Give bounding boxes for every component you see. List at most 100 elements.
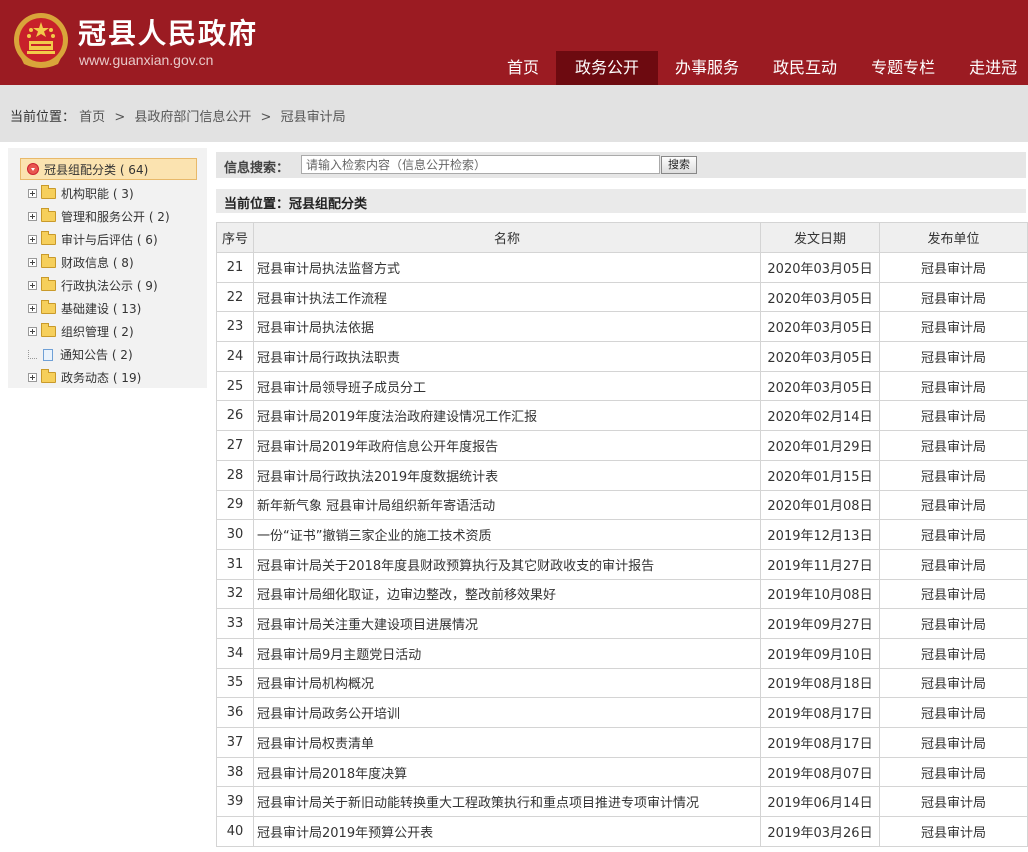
expand-icon[interactable] bbox=[28, 235, 37, 244]
header-num: 序号 bbox=[216, 222, 254, 253]
table-row[interactable]: 29 新年新气象 冠县审计局组织新年寄语活动 2020年01月08日 冠县审计局 bbox=[216, 489, 1028, 521]
row-date: 2019年06月14日 bbox=[760, 786, 880, 818]
row-number: 39 bbox=[216, 786, 254, 818]
expand-icon[interactable] bbox=[28, 189, 37, 198]
row-title-link[interactable]: 冠县审计局细化取证，边审边整改，整改前移效果好 bbox=[253, 578, 761, 610]
tree-item-law-enforcement[interactable]: 行政执法公示 ( 9) bbox=[28, 274, 170, 297]
table-row[interactable]: 27 冠县审计局2019年政府信息公开年度报告 2020年01月29日 冠县审计局 bbox=[216, 430, 1028, 461]
row-number: 33 bbox=[216, 608, 254, 639]
nav-government-affairs[interactable]: 政务公开 bbox=[556, 51, 659, 85]
table-row[interactable]: 33 冠县审计局关注重大建设项目进展情况 2019年09月27日 冠县审计局 bbox=[216, 608, 1028, 639]
row-title-link[interactable]: 冠县审计局行政执法职责 bbox=[253, 341, 761, 372]
tree-root-label: 冠县组配分类 ( 64) bbox=[44, 162, 149, 177]
table-row[interactable]: 31 冠县审计局关于2018年度县财政预算执行及其它财政收支的审计报告 2019年1… bbox=[216, 548, 1028, 580]
row-title-link[interactable]: 冠县审计局执法监督方式 bbox=[253, 252, 761, 283]
info-table: 序号 名称 发文日期 发布单位 21 冠县审计局执法监督方式 2020年03月05日… bbox=[216, 222, 1028, 847]
row-number: 25 bbox=[216, 370, 254, 402]
nav-interaction[interactable]: 政民互动 bbox=[756, 51, 854, 85]
tree-item-notices[interactable]: 通知公告 ( 2) bbox=[28, 343, 170, 366]
row-title-link[interactable]: 冠县审计执法工作流程 bbox=[253, 281, 761, 313]
row-publisher: 冠县审计局 bbox=[879, 281, 1028, 313]
row-title-link[interactable]: 冠县审计局机构概况 bbox=[253, 667, 761, 699]
expand-icon[interactable] bbox=[28, 373, 37, 382]
table-row[interactable]: 34 冠县审计局9月主题党日活动 2019年09月10日 冠县审计局 bbox=[216, 637, 1028, 669]
nav-about[interactable]: 走进冠 bbox=[952, 51, 1028, 85]
folder-icon bbox=[41, 300, 56, 314]
table-row[interactable]: 26 冠县审计局2019年度法治政府建设情况工作汇报 2020年02月14日 冠县审计… bbox=[216, 400, 1028, 432]
table-row[interactable]: 24 冠县审计局行政执法职责 2020年03月05日 冠县审计局 bbox=[216, 341, 1028, 372]
breadcrumb-dept-info[interactable]: 县政府部门信息公开 bbox=[134, 110, 251, 125]
row-title-link[interactable]: 冠县审计局权责清单 bbox=[253, 727, 761, 758]
table-row[interactable]: 25 冠县审计局领导班子成员分工 2020年03月05日 冠县审计局 bbox=[216, 370, 1028, 402]
tree-item-infrastructure[interactable]: 基础建设 ( 13) bbox=[28, 297, 170, 320]
tree-item-finance[interactable]: 财政信息 ( 8) bbox=[28, 251, 170, 274]
breadcrumb-home[interactable]: 首页 bbox=[79, 110, 105, 125]
row-date: 2020年02月14日 bbox=[760, 400, 880, 432]
row-title-link[interactable]: 冠县审计局2019年预算公开表 bbox=[253, 816, 761, 847]
position-title: 当前位置：冠县组配分类 bbox=[224, 197, 368, 212]
row-title-link[interactable]: 冠县审计局执法依据 bbox=[253, 311, 761, 343]
row-number: 28 bbox=[216, 459, 254, 491]
row-date: 2019年08月18日 bbox=[760, 667, 880, 699]
breadcrumb-label: 当前位置： bbox=[10, 110, 76, 125]
table-row[interactable]: 37 冠县审计局权责清单 2019年08月17日 冠县审计局 bbox=[216, 727, 1028, 758]
row-publisher: 冠县审计局 bbox=[879, 667, 1028, 699]
national-emblem-icon[interactable] bbox=[12, 10, 70, 72]
row-title-link[interactable]: 冠县审计局2018年度决算 bbox=[253, 756, 761, 788]
tree-item-audit[interactable]: 审计与后评估 ( 6) bbox=[28, 228, 170, 251]
row-publisher: 冠县审计局 bbox=[879, 370, 1028, 402]
site-title[interactable]: 冠县人民政府 bbox=[78, 12, 258, 52]
row-title-link[interactable]: 冠县审计局领导班子成员分工 bbox=[253, 370, 761, 402]
nav-services[interactable]: 办事服务 bbox=[658, 51, 756, 85]
expand-icon[interactable] bbox=[28, 327, 37, 336]
table-row[interactable]: 38 冠县审计局2018年度决算 2019年08月07日 冠县审计局 bbox=[216, 756, 1028, 788]
expand-icon[interactable] bbox=[28, 258, 37, 267]
tree-item-institution[interactable]: 机构职能 ( 3) bbox=[28, 182, 170, 205]
collapse-icon[interactable] bbox=[27, 163, 39, 175]
tree-root-item[interactable]: 冠县组配分类 ( 64) bbox=[20, 158, 197, 180]
table-row[interactable]: 28 冠县审计局行政执法2019年度数据统计表 2020年01月15日 冠县审计局 bbox=[216, 459, 1028, 491]
table-row[interactable]: 23 冠县审计局执法依据 2020年03月05日 冠县审计局 bbox=[216, 311, 1028, 343]
header-unit: 发布单位 bbox=[879, 222, 1028, 253]
row-title-link[interactable]: 冠县审计局2019年政府信息公开年度报告 bbox=[253, 430, 761, 461]
breadcrumb-separator: > bbox=[114, 110, 126, 125]
expand-icon[interactable] bbox=[28, 212, 37, 221]
row-title-link[interactable]: 新年新气象 冠县审计局组织新年寄语活动 bbox=[253, 489, 761, 521]
table-row[interactable]: 30 一份“证书”撤销三家企业的施工技术资质 2019年12月13日 冠县审计局 bbox=[216, 519, 1028, 550]
expand-icon[interactable] bbox=[28, 281, 37, 290]
nav-topics[interactable]: 专题专栏 bbox=[854, 51, 952, 85]
row-number: 31 bbox=[216, 548, 254, 580]
table-row[interactable]: 36 冠县审计局政务公开培训 2019年08月17日 冠县审计局 bbox=[216, 697, 1028, 728]
row-number: 27 bbox=[216, 430, 254, 461]
expand-icon[interactable] bbox=[28, 304, 37, 313]
row-date: 2020年01月29日 bbox=[760, 430, 880, 461]
table-row[interactable]: 40 冠县审计局2019年预算公开表 2019年03月26日 冠县审计局 bbox=[216, 816, 1028, 847]
folder-icon bbox=[41, 208, 56, 222]
table-row[interactable]: 35 冠县审计局机构概况 2019年08月18日 冠县审计局 bbox=[216, 667, 1028, 699]
tree-item-label: 行政执法公示 ( 9) bbox=[61, 279, 158, 293]
row-title-link[interactable]: 冠县审计局关于新旧动能转换重大工程政策执行和重点项目推进专项审计情况 bbox=[253, 786, 761, 818]
row-number: 30 bbox=[216, 519, 254, 550]
row-title-link[interactable]: 冠县审计局9月主题党日活动 bbox=[253, 637, 761, 669]
table-row[interactable]: 32 冠县审计局细化取证，边审边整改，整改前移效果好 2019年10月08日 冠县审计… bbox=[216, 578, 1028, 610]
breadcrumb-audit-bureau[interactable]: 冠县审计局 bbox=[281, 110, 346, 125]
search-bar: 信息搜索： 搜索 bbox=[216, 152, 1026, 178]
table-row[interactable]: 22 冠县审计执法工作流程 2020年03月05日 冠县审计局 bbox=[216, 281, 1028, 313]
row-title-link[interactable]: 冠县审计局政务公开培训 bbox=[253, 697, 761, 728]
tree-item-label: 机构职能 ( 3) bbox=[61, 187, 134, 201]
tree-item-organization[interactable]: 组织管理 ( 2) bbox=[28, 320, 170, 343]
table-row[interactable]: 39 冠县审计局关于新旧动能转换重大工程政策执行和重点项目推进专项审计情况 2019… bbox=[216, 786, 1028, 818]
tree-item-news[interactable]: 政务动态 ( 19) bbox=[28, 366, 170, 389]
row-title-link[interactable]: 冠县审计局2019年度法治政府建设情况工作汇报 bbox=[253, 400, 761, 432]
row-date: 2019年09月10日 bbox=[760, 637, 880, 669]
search-input[interactable] bbox=[301, 155, 660, 174]
row-title-link[interactable]: 冠县审计局关于2018年度县财政预算执行及其它财政收支的审计报告 bbox=[253, 548, 761, 580]
nav-home[interactable]: 首页 bbox=[490, 51, 556, 85]
document-icon bbox=[43, 348, 53, 361]
tree-item-management[interactable]: 管理和服务公开 ( 2) bbox=[28, 205, 170, 228]
row-title-link[interactable]: 一份“证书”撤销三家企业的施工技术资质 bbox=[253, 519, 761, 550]
row-title-link[interactable]: 冠县审计局行政执法2019年度数据统计表 bbox=[253, 459, 761, 491]
row-title-link[interactable]: 冠县审计局关注重大建设项目进展情况 bbox=[253, 608, 761, 639]
search-button[interactable]: 搜索 bbox=[661, 156, 697, 174]
table-row[interactable]: 21 冠县审计局执法监督方式 2020年03月05日 冠县审计局 bbox=[216, 252, 1028, 283]
